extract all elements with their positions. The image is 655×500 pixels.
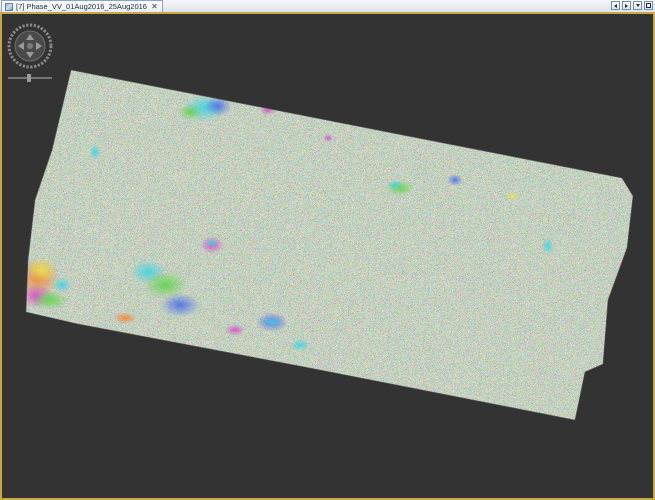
triangle-left-icon xyxy=(614,3,617,8)
scroll-tabs-right-button[interactable] xyxy=(622,1,631,10)
square-icon xyxy=(646,3,651,8)
tab-list-dropdown-button[interactable] xyxy=(633,1,642,10)
tab-phase-image[interactable]: [7] Phase_VV_01Aug2016_25Aug2016 ✕ xyxy=(1,0,163,12)
image-layer-icon xyxy=(5,2,13,11)
pan-compass-icon[interactable] xyxy=(7,23,53,69)
tab-controls xyxy=(611,1,653,10)
phase-image-scene xyxy=(25,69,634,421)
close-icon[interactable]: ✕ xyxy=(151,3,158,11)
tab-title: Phase_VV_01Aug2016_25Aug2016 xyxy=(26,1,147,11)
phase-noise xyxy=(26,70,633,420)
scroll-tabs-left-button[interactable] xyxy=(611,1,620,10)
triangle-right-icon xyxy=(625,3,628,8)
maximize-view-button[interactable] xyxy=(644,1,653,10)
navigation-control[interactable] xyxy=(6,20,56,90)
triangle-down-icon xyxy=(635,4,640,7)
image-view-window: [7] Phase_VV_01Aug2016_25Aug2016 ✕ xyxy=(0,0,655,500)
tab-label: [7] Phase_VV_01Aug2016_25Aug2016 xyxy=(16,2,147,12)
tab-index: [7] xyxy=(16,1,25,11)
image-canvas[interactable] xyxy=(0,12,655,500)
interferogram-strip xyxy=(26,70,633,420)
zoom-slider-icon[interactable] xyxy=(8,74,52,82)
